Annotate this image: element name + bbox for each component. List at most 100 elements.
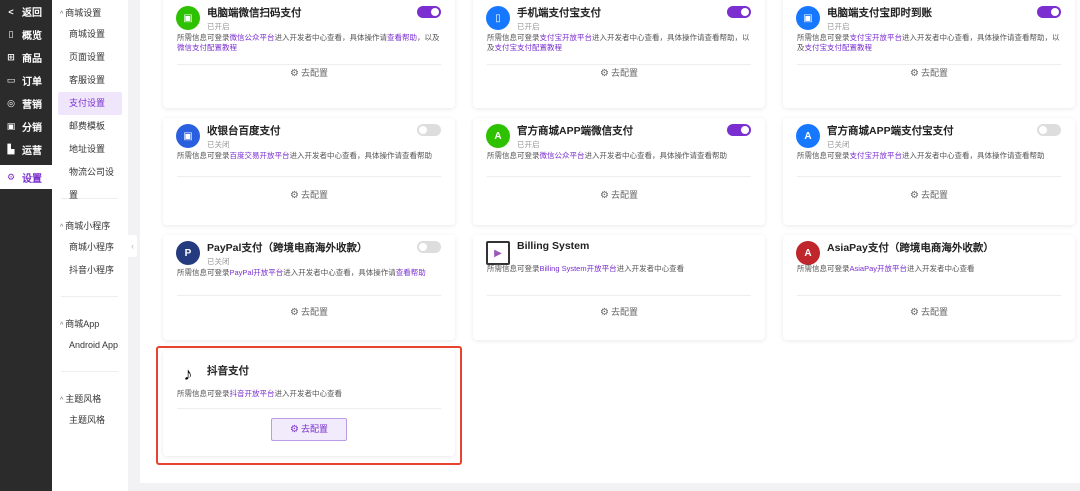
payment-title: 收银台百度支付 [207,125,281,137]
submenu-item[interactable]: 商城小程序 [58,236,122,259]
gear-icon: ⚙ [910,68,919,79]
payment-card: ▶ Billing System 所需信息可登录Billing System开放平台… [473,235,765,340]
nav-label: 设置 [22,173,42,185]
description-text: 所需信息可登录 [177,268,230,277]
submenu-group-title[interactable]: 商城App [52,311,128,334]
submenu-item[interactable]: 邮费模板 [58,115,122,138]
nav-item-7[interactable]: ⚙ 设置 [0,165,52,189]
divider [797,295,1061,296]
payment-title: 手机端支付宝支付 [517,7,601,19]
asiapay-icon: A [796,241,820,265]
payment-status: 已关闭 [207,140,230,149]
submenu-group-title[interactable]: 主题风格 [52,386,128,409]
submenu-item[interactable]: 抖音小程序 [58,259,122,282]
help-link[interactable]: 支付宝开放平台 [850,33,903,42]
submenu-item[interactable]: 商城设置 [58,23,122,46]
configure-button[interactable]: ⚙ 去配置 [163,305,455,318]
configure-label: 去配置 [920,190,948,200]
payment-status: 已开启 [517,140,540,149]
nav-label: 返回 [22,8,42,19]
nav-icon: ▣ [6,121,16,131]
configure-button[interactable]: ⚙ 去配置 [473,66,765,79]
configure-button[interactable]: ⚙ 去配置 [163,188,455,201]
submenu-group-title[interactable]: 商城小程序 [52,213,128,236]
payment-card: ▣ 收银台百度支付 已关闭 所需信息可登录百度交易开放平台进入开发者中心查看，具体操作… [163,118,455,225]
submenu-item[interactable]: 支付设置 [58,92,122,115]
nav-label: 运营 [22,146,42,157]
configure-button[interactable]: ⚙ 去配置 [783,66,1075,79]
description-text: 所需信息可登录 [487,264,540,273]
payment-status: 已关闭 [207,257,230,266]
enable-toggle[interactable] [1037,6,1061,18]
nav-item-0[interactable]: < 返回 [0,0,52,23]
enable-toggle[interactable] [727,124,751,136]
divider [487,64,751,65]
description-text: 所需信息可登录 [177,151,230,160]
submenu-item[interactable]: 页面设置 [58,46,122,69]
help-link[interactable]: 微信公众平台 [540,151,585,160]
nav-item-3[interactable]: ▭ 订单 [0,69,52,92]
enable-toggle[interactable] [417,124,441,136]
nav-item-6[interactable]: ▙ 运营 [0,138,52,161]
nav-item-4[interactable]: ◎ 营销 [0,92,52,115]
help-link[interactable]: 微信支付配置教程 [177,43,237,52]
divider [61,371,118,372]
configure-button[interactable]: ⚙ 去配置 [271,418,347,441]
payment-card: ♪ 抖音支付 所需信息可登录抖音开放平台进入开发者中心查看 ⚙ 去配置 [163,350,455,456]
configure-button[interactable]: ⚙ 去配置 [473,188,765,201]
enable-toggle[interactable] [727,6,751,18]
configure-label: 去配置 [920,307,948,317]
nav-icon: ▙ [7,144,15,154]
submenu-item[interactable]: Android App [58,334,122,357]
help-link[interactable]: 支付宝开放平台 [540,33,593,42]
configure-label: 去配置 [300,190,328,200]
enable-toggle[interactable] [417,6,441,18]
help-link[interactable]: AsiaPay开放平台 [850,264,908,273]
enable-toggle[interactable] [417,241,441,253]
help-link[interactable]: 百度交易开放平台 [230,151,290,160]
submenu-item[interactable]: 主题风格 [58,409,122,432]
help-link[interactable]: 微信公众平台 [230,33,275,42]
wechat-pc-icon: ▣ [176,6,200,30]
help-link[interactable]: 抖音开放平台 [230,389,275,398]
alipay-mobile-icon: ▯ [486,6,510,30]
help-link[interactable]: Billing System开放平台 [540,264,617,273]
payment-title: PayPal支付（跨境电商海外收款） [207,242,368,254]
gear-icon: ⚙ [290,307,299,318]
help-link[interactable]: 支付宝支付配置教程 [805,43,873,52]
configure-label: 去配置 [610,190,638,200]
nav-icon: ◎ [7,98,15,108]
description-text: 进入开发者中心查看，具体操作请 [283,268,396,277]
payment-settings-panel: ▣ 电脑端微信扫码支付 已开启 所需信息可登录微信公众平台进入开发者中心查看，具体操作… [140,0,1080,483]
help-link[interactable]: 查看帮助 [396,268,426,277]
help-link[interactable]: 支付宝支付配置教程 [495,43,563,52]
enable-toggle[interactable] [1037,124,1061,136]
configure-button[interactable]: ⚙ 去配置 [783,188,1075,201]
submenu-item[interactable]: 地址设置 [58,138,122,161]
configure-button[interactable]: ⚙ 去配置 [473,305,765,318]
submenu-item[interactable]: 客服设置 [58,69,122,92]
collapse-handle[interactable]: ‹ [128,235,137,257]
description-text: 所需信息可登录 [177,33,230,42]
divider [177,408,441,409]
nav-item-2[interactable]: ⊞ 商品 [0,46,52,69]
help-link[interactable]: PayPal开放平台 [230,268,284,277]
nav-item-1[interactable]: ▯ 概览 [0,23,52,46]
submenu-group-title[interactable]: 商城设置 [52,0,128,23]
configure-label: 去配置 [610,68,638,78]
nav-item-5[interactable]: ▣ 分销 [0,115,52,138]
payment-title: AsiaPay支付（跨境电商海外收款） [827,242,994,254]
description-text: 进入开发者中心查看，具体操作请查看帮助 [584,151,728,160]
description-text: 所需信息可登录 [487,151,540,160]
help-link[interactable]: 查看帮助 [387,33,417,42]
payment-card: P PayPal支付（跨境电商海外收款） 已关闭所需信息可登录PayPal开放平台进… [163,235,455,340]
submenu-item[interactable]: 物流公司设置 [58,161,122,200]
nav-icon: < [8,6,14,17]
configure-label: 去配置 [300,307,328,317]
configure-button[interactable]: ⚙ 去配置 [783,305,1075,318]
payment-card: A 官方商城APP端微信支付 已开启 所需信息可登录微信公众平台进入开发者中心查看，具… [473,118,765,225]
paypal-icon: P [176,241,200,265]
help-link[interactable]: 支付宝开放平台 [850,151,903,160]
configure-button[interactable]: ⚙ 去配置 [163,66,455,79]
divider [797,176,1061,177]
